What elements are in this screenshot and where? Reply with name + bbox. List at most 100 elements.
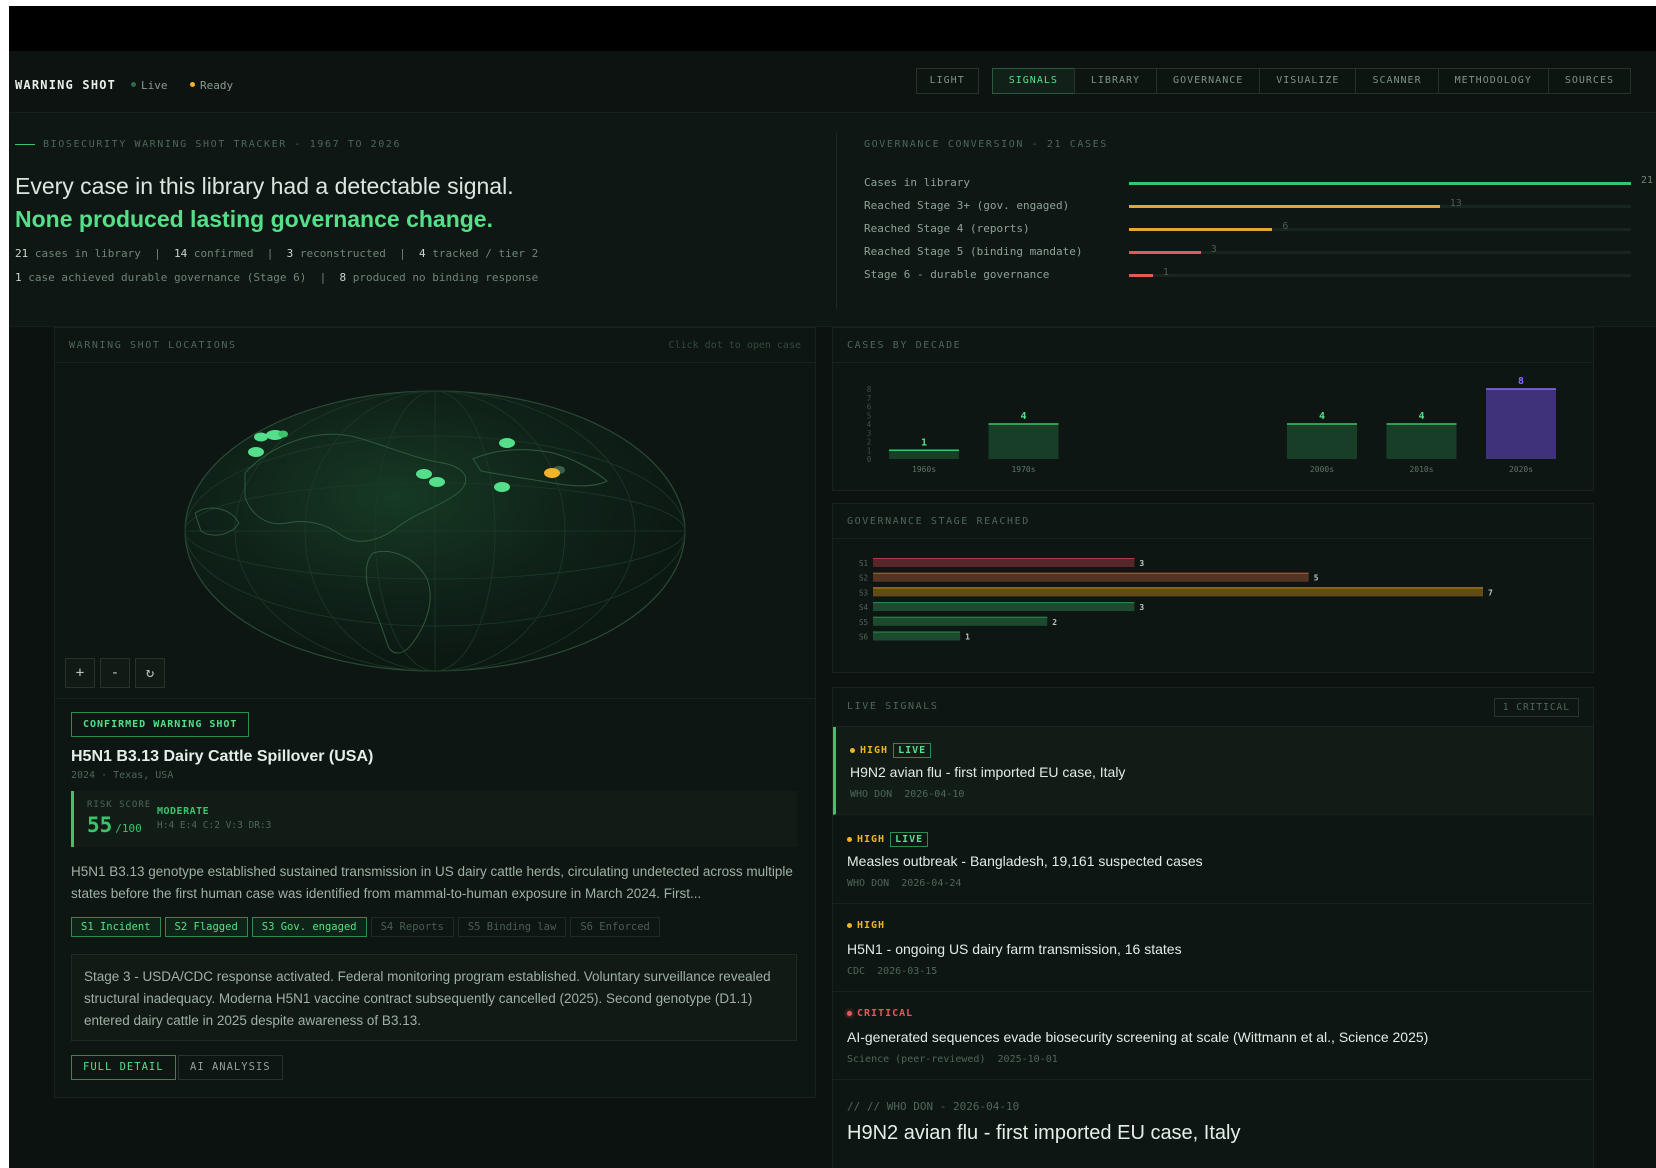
stage-category-label: S3 [859, 588, 868, 597]
severity-dot-icon [847, 1011, 852, 1016]
stage-bar [873, 616, 1048, 626]
location-dot[interactable] [499, 438, 515, 448]
signal-item[interactable]: HIGH LIVE H9N2 avian flu - first importe… [833, 727, 1593, 815]
decade-value-label: 4 [1418, 411, 1424, 422]
conversion-row: Reached Stage 3+ (gov. engaged) 13 [864, 198, 1644, 213]
tab-scanner[interactable]: SCANNER [1355, 68, 1439, 94]
reset-view-button[interactable]: ↻ [135, 658, 165, 688]
severity-dot-icon [847, 923, 852, 928]
stage-bar [873, 631, 961, 641]
decade-value-label: 1 [921, 437, 927, 448]
conversion-value: 21 [1641, 175, 1654, 186]
stage-value-label: 2 [1052, 618, 1057, 627]
stage-chip: S1 Incident [71, 917, 161, 937]
location-dot[interactable] [254, 432, 268, 442]
y-tick-label: 6 [867, 403, 872, 412]
conversion-bar [1129, 228, 1273, 231]
stage-bar-chart: S1 3 S2 5 S3 7 S4 3 S5 2 S6 1 [859, 558, 1493, 642]
conversion-row: Cases in library 21 [864, 175, 1653, 190]
risk-score-value: 55/100 [87, 813, 142, 837]
ai-analysis-button[interactable]: AI ANALYSIS [178, 1055, 283, 1080]
window-top-bar [9, 6, 1656, 51]
full-detail-button[interactable]: FULL DETAIL [71, 1055, 176, 1080]
conversion-bar [1129, 251, 1201, 254]
stage-value-label: 7 [1488, 588, 1493, 597]
decade-category-label: 2020s [1509, 465, 1533, 474]
tab-visualize[interactable]: VISUALIZE [1259, 68, 1357, 94]
tab-library[interactable]: LIBRARY [1073, 68, 1158, 94]
conversion-bar [1129, 274, 1153, 277]
live-dot-icon [131, 82, 136, 87]
signal-meta: Science (peer-reviewed) 2025-10-01 [847, 1054, 1058, 1065]
location-dot[interactable] [429, 477, 445, 487]
signal-title: H5N1 - ongoing US dairy farm transmissio… [847, 941, 1182, 957]
zoom-in-button[interactable]: + [65, 658, 95, 688]
stage-chip: S6 Enforced [570, 917, 660, 937]
signal-title: Measles outbreak - Bangladesh, 19,161 su… [847, 853, 1203, 869]
stage-bar [873, 572, 1309, 582]
signal-item[interactable]: CRITICAL AI-generated sequences evade bi… [833, 992, 1593, 1080]
location-dot-selected[interactable] [544, 468, 560, 478]
decade-value-label: 4 [1319, 411, 1325, 422]
risk-score-label: RISK SCORE [87, 800, 152, 810]
signal-title: H9N2 avian flu - first imported EU case,… [850, 764, 1126, 780]
tab-sources[interactable]: SOURCES [1547, 68, 1631, 94]
signal-detail-meta: // // WHO DON - 2026-04-10 [847, 1100, 1020, 1113]
decade-bar [1287, 424, 1357, 459]
signal-meta: WHO DON 2026-04-24 [847, 878, 962, 889]
tab-methodology[interactable]: METHODOLOGY [1437, 68, 1549, 94]
decade-value-label: 8 [1518, 376, 1524, 387]
location-dot[interactable] [416, 469, 432, 479]
stage-chart-title: GOVERNANCE STAGE REACHED [847, 516, 1030, 527]
light-mode-toggle[interactable]: LIGHT [915, 68, 979, 94]
conversion-track [1129, 205, 1631, 208]
tab-governance[interactable]: GOVERNANCE [1156, 68, 1261, 94]
y-tick-label: 8 [867, 385, 872, 394]
stage-value-label: 1 [965, 633, 970, 642]
case-description: H5N1 B3.13 genotype established sustaine… [71, 864, 793, 901]
zoom-out-button[interactable]: - [100, 658, 130, 688]
conversion-value: 13 [1449, 198, 1462, 209]
y-tick-label: 0 [867, 455, 872, 464]
decade-bar [988, 424, 1059, 459]
case-title: H5N1 B3.13 Dairy Cattle Spillover (USA) [71, 748, 374, 765]
signal-meta: WHO DON 2026-04-10 [850, 789, 965, 800]
stage-value-label: 5 [1314, 574, 1319, 583]
hero-headline-accent: None produced lasting governance change. [15, 206, 493, 232]
tab-signals[interactable]: SIGNALS [991, 68, 1075, 94]
y-tick-label: 3 [867, 429, 872, 438]
hero-section: BIOSECURITY WARNING SHOT TRACKER - 1967 … [9, 113, 1656, 327]
globe-map[interactable] [55, 363, 815, 703]
conversion-label: Reached Stage 4 (reports) [864, 222, 1030, 235]
decade-category-label: 2000s [1310, 465, 1334, 474]
conversion-bar [1129, 205, 1440, 208]
status-live: Live [131, 79, 168, 92]
decade-bar [889, 450, 959, 459]
live-signals-title: LIVE SIGNALS [847, 701, 939, 712]
conversion-track [1129, 182, 1631, 185]
brand-logo[interactable]: WARNING SHOT [15, 78, 116, 92]
hero-kicker: BIOSECURITY WARNING SHOT TRACKER - 1967 … [15, 139, 401, 150]
live-signals-panel: LIVE SIGNALS 1 CRITICAL HIGH LIVE H9N2 a… [832, 687, 1594, 1168]
hero-stats-primary: 21 cases in library | 14 confirmed | 3 r… [15, 247, 539, 260]
stage-bar [873, 602, 1135, 612]
location-dot[interactable] [278, 430, 288, 438]
signal-item[interactable]: HIGH H5N1 - ongoing US dairy farm transm… [833, 904, 1593, 992]
y-tick-label: 7 [867, 394, 872, 403]
case-status-badge: CONFIRMED WARNING SHOT [71, 712, 250, 737]
conversion-track [1129, 228, 1631, 231]
conversion-row: Reached Stage 5 (binding mandate) 3 [864, 244, 1644, 259]
signal-meta: CDC 2026-03-15 [847, 966, 938, 977]
case-subtitle: 2024 · Texas, USA [71, 770, 174, 781]
conversion-label: Reached Stage 3+ (gov. engaged) [864, 199, 1070, 212]
signal-item[interactable]: HIGH LIVE Measles outbreak - Bangladesh,… [833, 816, 1593, 904]
stage-category-label: S6 [859, 633, 869, 642]
stage-category-label: S4 [859, 603, 869, 612]
location-dot[interactable] [494, 482, 510, 492]
location-dot[interactable] [248, 447, 264, 457]
stage-value-label: 3 [1139, 559, 1144, 568]
hero-divider [836, 133, 837, 309]
stage-chip: S2 Flagged [164, 917, 248, 937]
stage-category-label: S5 [859, 618, 868, 627]
y-tick-label: 2 [867, 438, 872, 447]
